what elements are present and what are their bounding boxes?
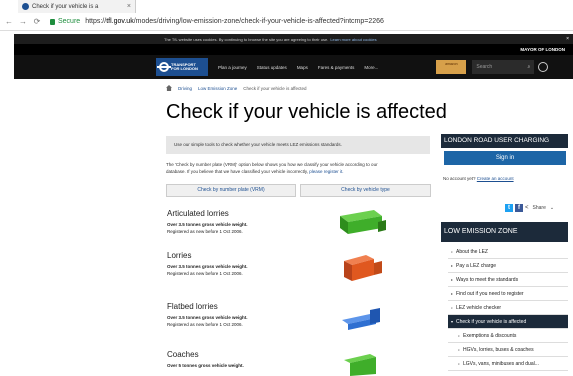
facebook-icon[interactable]: f	[515, 204, 523, 212]
lez-item-ways[interactable]: ▸ Ways to meet the standards	[448, 273, 568, 287]
vehicle-heading-coaches[interactable]: Coaches	[167, 350, 199, 359]
search-icon[interactable]: ⌕	[528, 60, 531, 74]
vehicle-weight: Over 3.5 tonnes gross vehicle weight.	[167, 222, 248, 227]
url-path: /modes/driving/low-emission-zone/check-i…	[133, 18, 384, 25]
url-host: tfl.gov.uk	[106, 18, 134, 25]
breadcrumb-current: Check if your vehicle is affected	[243, 85, 307, 91]
breadcrumb-driving[interactable]: Driving	[178, 86, 192, 91]
lez-item-label: LEZ vehicle checker	[456, 305, 502, 311]
forward-icon[interactable]: →	[18, 17, 28, 26]
vehicle-weight: Over 3.5 tonnes gross vehicle weight.	[167, 315, 248, 320]
check-by-type-button[interactable]: Check by vehicle type	[300, 184, 431, 197]
browser-tab-bar: Check if your vehicle is a ×	[0, 0, 573, 13]
lez-item-checker[interactable]: ▹ LEZ vehicle checker	[448, 301, 568, 315]
coach-icon[interactable]	[340, 352, 386, 376]
page-title: Check if your vehicle is affected	[166, 101, 447, 123]
intro-paragraph: The 'Check by number plate (VRM)' option…	[166, 161, 432, 175]
vehicle-desc-lorries: Over 3.5 tonnes gross vehicle weight. Re…	[167, 263, 297, 277]
home-icon[interactable]	[166, 85, 172, 91]
social-share: t f < Share ⌄	[505, 204, 554, 212]
vehicle-heading-lorries[interactable]: Lorries	[167, 251, 191, 260]
nav-more[interactable]: More...	[364, 65, 378, 70]
articulated-lorry-icon[interactable]	[338, 208, 388, 238]
logo-text: TRANSPORT FOR LONDON	[171, 62, 198, 72]
lez-item-about[interactable]: ▹ About the LEZ	[448, 245, 568, 259]
reload-icon[interactable]: ⟳	[32, 17, 42, 26]
breadcrumb-lez[interactable]: Low Emission Zone	[198, 86, 237, 91]
cookie-close-icon[interactable]: ×	[566, 36, 569, 42]
lez-item-label: Check if your vehicle is affected	[456, 319, 527, 325]
lez-item-label: Exemptions & discounts	[463, 333, 517, 339]
chevron-down-icon[interactable]: ⌄	[550, 205, 554, 211]
vehicle-registered: Registered as new before 1 Oct 2006.	[167, 271, 243, 276]
create-account-link[interactable]: Create an account	[477, 176, 514, 181]
sign-in-button[interactable]: Sign in	[444, 151, 566, 165]
search-placeholder: Search	[476, 64, 493, 70]
check-by-plate-button[interactable]: Check by number plate (VRM)	[166, 184, 296, 197]
back-icon[interactable]: ←	[4, 17, 14, 26]
loading-icon	[538, 62, 549, 72]
lez-item-label: Pay a LEZ charge	[456, 263, 497, 269]
lock-icon	[50, 18, 55, 25]
cookie-text: The TfL website uses cookies. By continu…	[164, 36, 329, 42]
address-bar: ← → ⟳ Secure https://tfl.gov.uk/modes/dr…	[0, 13, 573, 31]
tab-title: Check if your vehicle is a	[32, 3, 99, 10]
vehicle-desc-flatbed: Over 3.5 tonnes gross vehicle weight. Re…	[167, 314, 297, 328]
logo-line2: FOR LONDON	[171, 66, 198, 71]
roundel-icon	[157, 62, 171, 72]
lez-item-lgvs[interactable]: ▹ LGVs, vans, minibuses and dual...	[448, 357, 568, 371]
nav-plan-journey[interactable]: Plan a journey	[218, 65, 247, 70]
flatbed-lorry-icon[interactable]	[340, 304, 386, 334]
amazon-ad[interactable]: amazon	[436, 60, 467, 74]
twitter-icon[interactable]: t	[505, 204, 513, 212]
mayor-bar[interactable]: MAYOR OF LONDON	[14, 44, 573, 55]
intro-box: Use our simple tools to check whether yo…	[166, 136, 430, 154]
nav-fares-payments[interactable]: Fares & payments	[318, 65, 355, 70]
main-nav: TRANSPORT FOR LONDON Plan a journey Stat…	[14, 55, 573, 79]
cookie-link[interactable]: Learn more about cookies	[330, 37, 376, 42]
cookie-banner: The TfL website uses cookies. By continu…	[14, 34, 573, 44]
lez-item-label: Find out if you need to register	[456, 291, 524, 297]
vehicle-weight: Over 3.5 tonnes gross vehicle weight.	[167, 264, 248, 269]
nav-maps[interactable]: Maps	[297, 65, 308, 70]
no-account-text: No account yet? Create an account	[443, 176, 514, 181]
vehicle-heading-flatbed[interactable]: Flatbed lorries	[167, 302, 218, 311]
tfl-favicon-icon	[22, 3, 29, 10]
tfl-logo[interactable]: TRANSPORT FOR LONDON	[156, 58, 208, 76]
share-label[interactable]: Share	[533, 205, 546, 211]
lez-heading: LOW EMISSION ZONE	[441, 222, 568, 242]
vehicle-registered: Registered as new before 1 Oct 2006.	[167, 229, 243, 234]
vehicle-registered: Registered as new before 1 Oct 2006.	[167, 322, 243, 327]
lez-item-check-affected[interactable]: ▾ Check if your vehicle is affected	[448, 315, 568, 329]
vehicle-weight: Over 5 tonnes gross vehicle weight.	[167, 363, 244, 368]
no-account-label: No account yet?	[443, 176, 476, 181]
lez-item-pay[interactable]: ▸ Pay a LEZ charge	[448, 259, 568, 273]
register-link[interactable]: please register it.	[309, 169, 343, 174]
lorry-icon[interactable]	[340, 253, 386, 285]
search-input[interactable]: Search ⌕	[472, 60, 535, 74]
lez-item-exemptions[interactable]: ▹ Exemptions & discounts	[448, 329, 568, 343]
lez-item-label: About the LEZ	[456, 249, 488, 255]
vehicle-desc-articulated: Over 3.5 tonnes gross vehicle weight. Re…	[167, 221, 297, 235]
url-field[interactable]: https://tfl.gov.uk/modes/driving/low-emi…	[85, 18, 384, 25]
lez-item-hgvs[interactable]: ▹ HGVs, lorries, buses & coaches	[448, 343, 568, 357]
para-line2: database. If you believe that we have cl…	[166, 169, 308, 174]
nav-status-updates[interactable]: Status updates	[257, 65, 287, 70]
lez-item-label: Ways to meet the standards	[456, 277, 519, 283]
breadcrumb: Driving Low Emission Zone Check if your …	[166, 84, 307, 92]
lez-item-label: HGVs, lorries, buses & coaches	[463, 347, 534, 353]
close-tab-icon[interactable]: ×	[127, 3, 131, 10]
share-icon[interactable]: <	[525, 205, 529, 211]
lez-item-register[interactable]: ▸ Find out if you need to register	[448, 287, 568, 301]
road-charging-heading: LONDON ROAD USER CHARGING	[441, 134, 568, 148]
secure-indicator[interactable]: Secure	[50, 18, 80, 25]
vehicle-desc-coaches: Over 5 tonnes gross vehicle weight.	[167, 362, 297, 369]
secure-label: Secure	[58, 18, 81, 25]
lez-menu: ▹ About the LEZ ▸ Pay a LEZ charge ▸ Ways t…	[448, 245, 568, 371]
vehicle-heading-articulated[interactable]: Articulated lorries	[167, 209, 229, 218]
url-scheme: https://	[85, 18, 107, 25]
para-line1: The 'Check by number plate (VRM)' option…	[166, 162, 378, 167]
lez-item-label: LGVs, vans, minibuses and dual...	[463, 361, 539, 367]
browser-tab[interactable]: Check if your vehicle is a ×	[18, 0, 136, 13]
